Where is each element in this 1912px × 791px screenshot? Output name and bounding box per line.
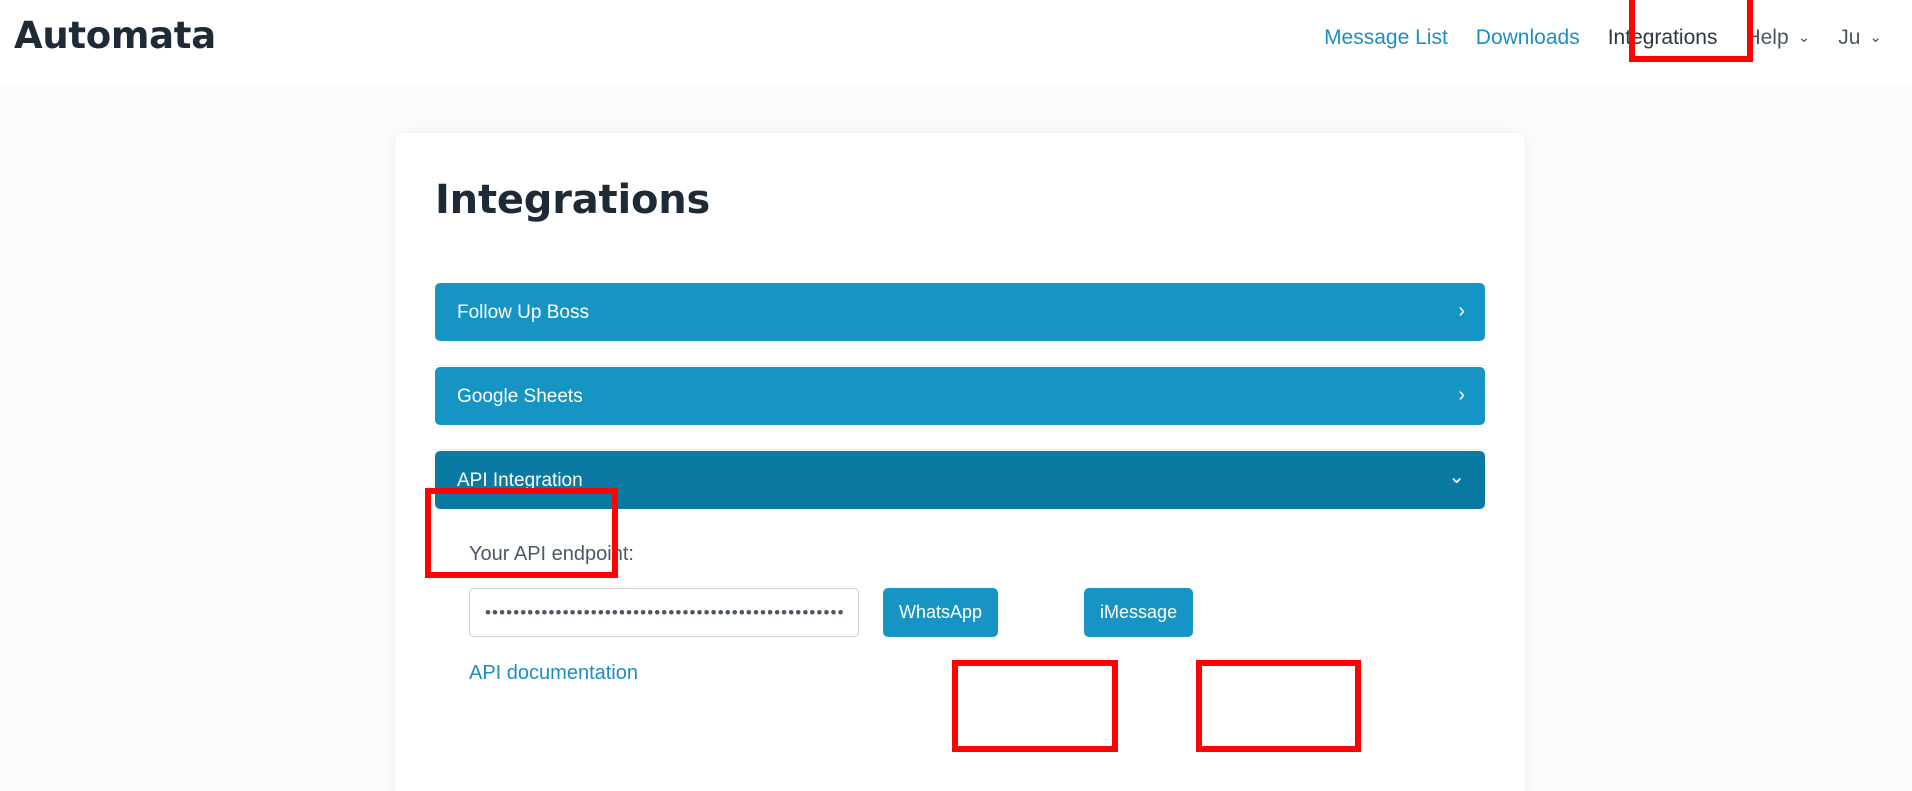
accordion-header-api-integration[interactable]: API Integration ⌄: [435, 451, 1485, 509]
nav-item-user-menu[interactable]: Ju ⌄: [1824, 22, 1896, 54]
primary-nav: Message List Downloads Integrations Help…: [1310, 22, 1896, 54]
whatsapp-button[interactable]: WhatsApp: [883, 588, 999, 637]
accordion-item-google-sheets: Google Sheets ›: [435, 367, 1485, 425]
nav-item-downloads[interactable]: Downloads: [1462, 22, 1594, 54]
app-logo[interactable]: Automata: [14, 14, 216, 57]
top-navigation-bar: Automata Message List Downloads Integrat…: [0, 0, 1912, 86]
integrations-card: Integrations Follow Up Boss › Google She…: [395, 133, 1525, 791]
accordion-divider: [435, 425, 1485, 451]
nav-item-integrations[interactable]: Integrations: [1594, 22, 1732, 54]
chevron-down-icon: ⌄: [1448, 466, 1465, 488]
api-endpoint-input[interactable]: [469, 588, 859, 637]
chevron-down-icon: ⌄: [1797, 29, 1811, 46]
imessage-button[interactable]: iMessage: [1084, 588, 1194, 637]
accordion-label-follow-up-boss: Follow Up Boss: [457, 301, 589, 323]
integrations-accordion: Follow Up Boss › Google Sheets › API Int…: [435, 283, 1485, 685]
accordion-divider: [435, 341, 1485, 367]
api-documentation-link[interactable]: API documentation: [469, 662, 638, 685]
accordion-label-google-sheets: Google Sheets: [457, 385, 583, 407]
accordion-label-api-integration: API Integration: [457, 469, 583, 491]
page-title: Integrations: [435, 177, 711, 223]
accordion-header-follow-up-boss[interactable]: Follow Up Boss ›: [435, 283, 1485, 341]
chevron-down-icon: ⌄: [1869, 29, 1882, 46]
nav-item-user-label: Ju: [1838, 26, 1861, 49]
api-endpoint-label: Your API endpoint:: [469, 543, 634, 565]
accordion-header-google-sheets[interactable]: Google Sheets ›: [435, 367, 1485, 425]
chevron-right-icon: ›: [1458, 384, 1465, 406]
chevron-right-icon: ›: [1458, 300, 1465, 322]
nav-item-help[interactable]: Help ⌄: [1731, 22, 1824, 54]
accordion-item-api-integration: API Integration ⌄ Your API endpoint: Wha…: [435, 451, 1485, 685]
api-integration-panel: Your API endpoint: WhatsApp iMessage API…: [435, 509, 1485, 685]
nav-item-help-label: Help: [1745, 26, 1789, 49]
api-endpoint-row: WhatsApp iMessage: [469, 588, 1485, 637]
accordion-item-follow-up-boss: Follow Up Boss ›: [435, 283, 1485, 341]
nav-item-message-list[interactable]: Message List: [1310, 22, 1462, 54]
